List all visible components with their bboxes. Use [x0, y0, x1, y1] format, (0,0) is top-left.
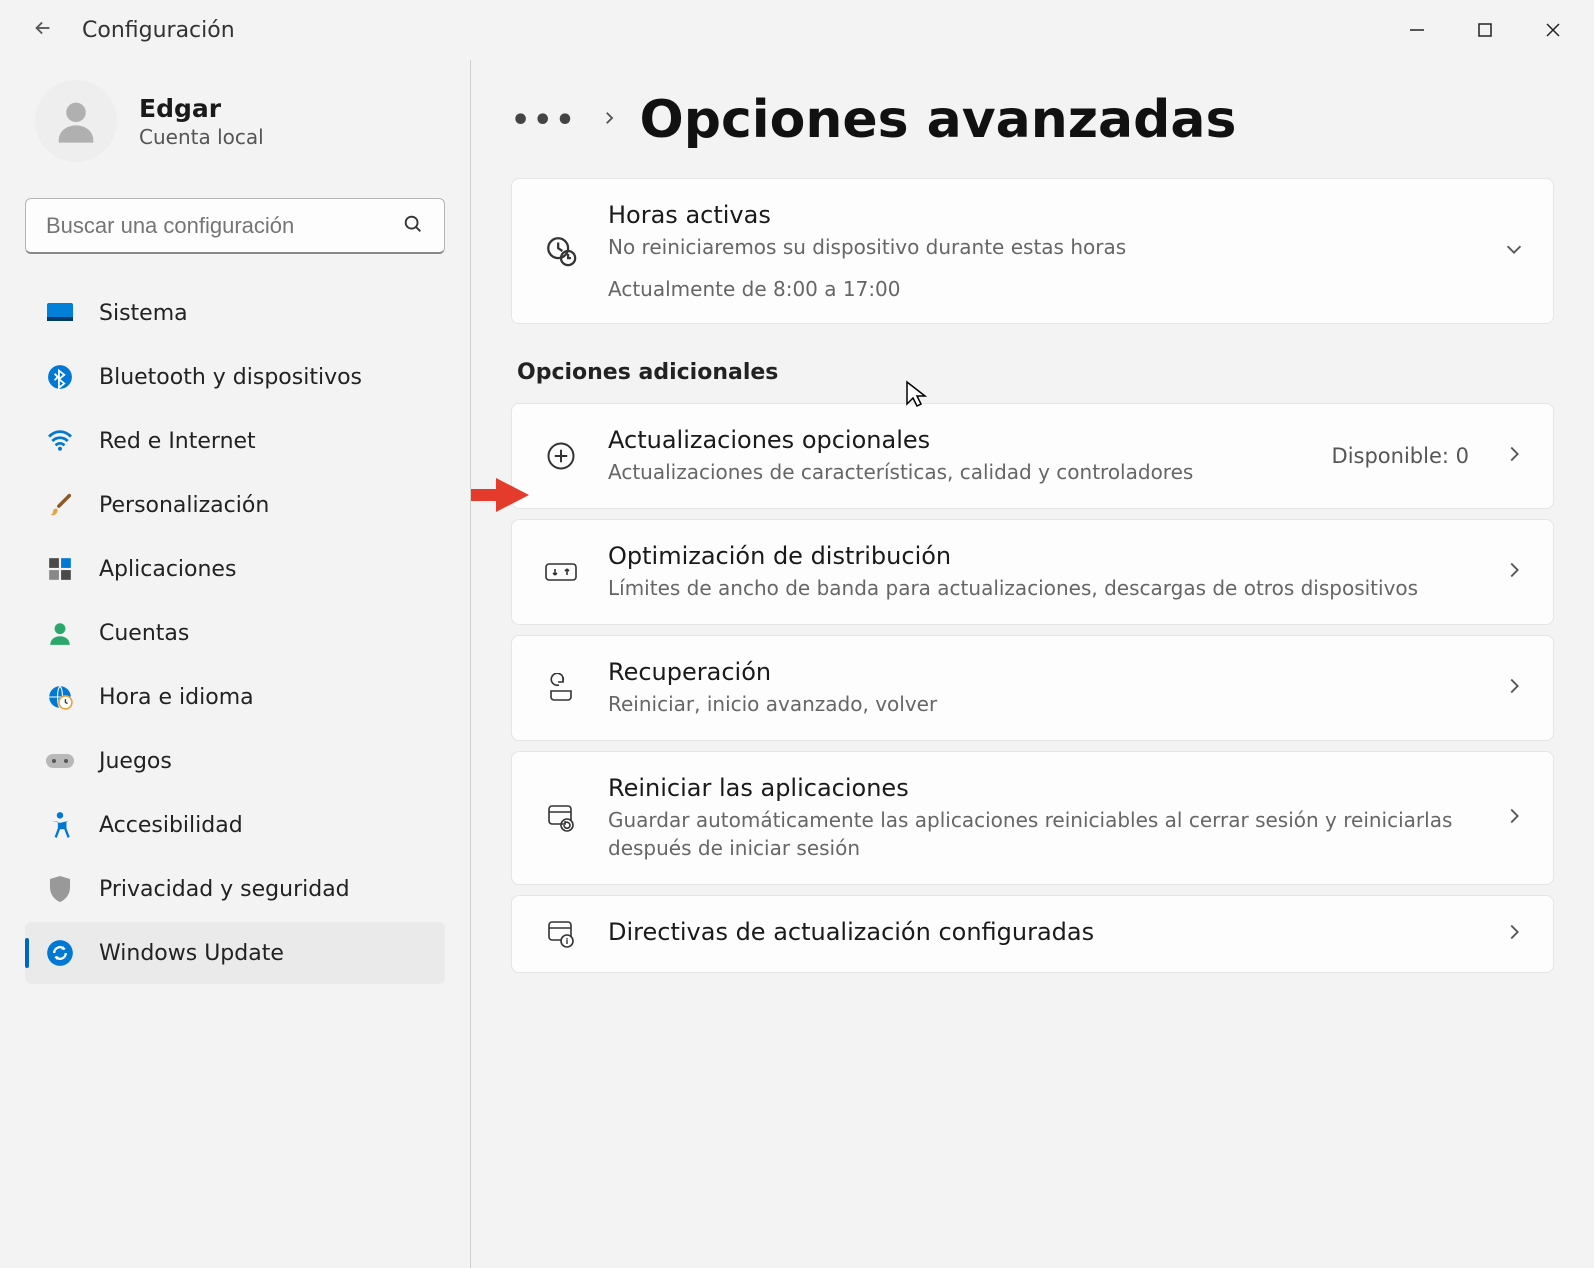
chevron-right-icon	[1503, 921, 1525, 947]
chevron-down-icon	[1503, 238, 1525, 264]
search-icon	[402, 213, 424, 239]
brush-icon	[45, 490, 75, 520]
sidebar-item-label: Cuentas	[99, 621, 189, 646]
breadcrumb-ellipsis[interactable]: •••	[511, 103, 578, 138]
accessibility-icon	[45, 810, 75, 840]
person-icon	[45, 618, 75, 648]
user-account[interactable]: Edgar Cuenta local	[25, 80, 445, 162]
app-title: Configuración	[82, 18, 235, 43]
sidebar-item-accounts[interactable]: Cuentas	[25, 602, 445, 664]
app-refresh-icon	[540, 803, 582, 833]
sidebar-item-network[interactable]: Red e Internet	[25, 410, 445, 472]
card-restart-apps[interactable]: Reiniciar las aplicaciones Guardar autom…	[511, 751, 1554, 885]
bandwidth-icon	[540, 560, 582, 584]
sidebar-item-label: Privacidad y seguridad	[99, 877, 350, 902]
sidebar-item-label: Aplicaciones	[99, 557, 236, 582]
chevron-right-icon	[600, 109, 618, 131]
back-button[interactable]	[32, 17, 54, 43]
policy-icon: i	[540, 919, 582, 949]
avatar	[35, 80, 117, 162]
card-subtitle: Reiniciar, inicio avanzado, volver	[608, 690, 1477, 718]
sidebar-item-label: Juegos	[99, 749, 172, 774]
chevron-right-icon	[1503, 805, 1525, 831]
sidebar-item-label: Windows Update	[99, 941, 284, 966]
card-detail: Actualmente de 8:00 a 17:00	[608, 277, 1477, 301]
clock-icon	[540, 234, 582, 268]
sidebar-item-time-language[interactable]: Hora e idioma	[25, 666, 445, 728]
card-recovery[interactable]: Recuperación Reiniciar, inicio avanzado,…	[511, 635, 1554, 741]
sidebar-item-system[interactable]: Sistema	[25, 282, 445, 344]
chevron-right-icon	[1503, 443, 1525, 469]
sidebar-item-label: Sistema	[99, 301, 188, 326]
card-update-policies[interactable]: i Directivas de actualización configurad…	[511, 895, 1554, 973]
card-subtitle: Actualizaciones de características, cali…	[608, 458, 1306, 486]
card-subtitle: No reiniciaremos su dispositivo durante …	[608, 233, 1477, 261]
globe-clock-icon	[45, 682, 75, 712]
sidebar-item-label: Personalización	[99, 493, 269, 518]
sidebar: Edgar Cuenta local Sistema Bluetooth y	[0, 60, 470, 1268]
sidebar-item-accessibility[interactable]: Accesibilidad	[25, 794, 445, 856]
card-aux-available-count: Disponible: 0	[1332, 444, 1469, 468]
maximize-button[interactable]	[1456, 8, 1514, 52]
card-title: Directivas de actualización configuradas	[608, 918, 1477, 946]
sidebar-item-personalization[interactable]: Personalización	[25, 474, 445, 536]
card-title: Horas activas	[608, 201, 1477, 229]
card-optional-updates[interactable]: Actualizaciones opcionales Actualizacion…	[511, 403, 1554, 509]
card-active-hours[interactable]: Horas activas No reiniciaremos su dispos…	[511, 178, 1554, 324]
card-subtitle: Límites de ancho de banda para actualiza…	[608, 574, 1477, 602]
plus-circle-icon	[540, 441, 582, 471]
chevron-right-icon	[1503, 675, 1525, 701]
user-name: Edgar	[139, 94, 264, 123]
search-input[interactable]	[46, 213, 402, 239]
card-title: Reiniciar las aplicaciones	[608, 774, 1477, 802]
sidebar-item-label: Accesibilidad	[99, 813, 243, 838]
user-account-type: Cuenta local	[139, 125, 264, 149]
sidebar-item-label: Hora e idioma	[99, 685, 254, 710]
main-panel: ••• Opciones avanzadas Horas activas No …	[470, 60, 1594, 1268]
minimize-button[interactable]	[1388, 8, 1446, 52]
card-title: Actualizaciones opcionales	[608, 426, 1306, 454]
wifi-icon	[45, 426, 75, 456]
shield-icon	[45, 874, 75, 904]
card-subtitle: Guardar automáticamente las aplicaciones…	[608, 806, 1477, 862]
sidebar-item-windows-update[interactable]: Windows Update	[25, 922, 445, 984]
card-title: Recuperación	[608, 658, 1477, 686]
page-title: Opciones avanzadas	[640, 90, 1237, 150]
update-icon	[45, 938, 75, 968]
card-delivery-optimization[interactable]: Optimización de distribución Límites de …	[511, 519, 1554, 625]
sidebar-item-label: Bluetooth y dispositivos	[99, 365, 362, 390]
search-box[interactable]	[25, 198, 445, 254]
monitor-icon	[45, 298, 75, 328]
apps-icon	[45, 554, 75, 584]
close-button[interactable]	[1524, 8, 1582, 52]
sidebar-item-privacy[interactable]: Privacidad y seguridad	[25, 858, 445, 920]
titlebar: Configuración	[0, 0, 1594, 60]
breadcrumb: ••• Opciones avanzadas	[511, 90, 1554, 150]
card-title: Optimización de distribución	[608, 542, 1477, 570]
sidebar-item-gaming[interactable]: Juegos	[25, 730, 445, 792]
sidebar-item-bluetooth[interactable]: Bluetooth y dispositivos	[25, 346, 445, 408]
gamepad-icon	[45, 746, 75, 776]
svg-text:i: i	[566, 937, 569, 946]
recovery-icon	[540, 673, 582, 703]
bluetooth-icon	[45, 362, 75, 392]
chevron-right-icon	[1503, 559, 1525, 585]
sidebar-item-apps[interactable]: Aplicaciones	[25, 538, 445, 600]
section-heading: Opciones adicionales	[517, 360, 1554, 385]
sidebar-item-label: Red e Internet	[99, 429, 256, 454]
